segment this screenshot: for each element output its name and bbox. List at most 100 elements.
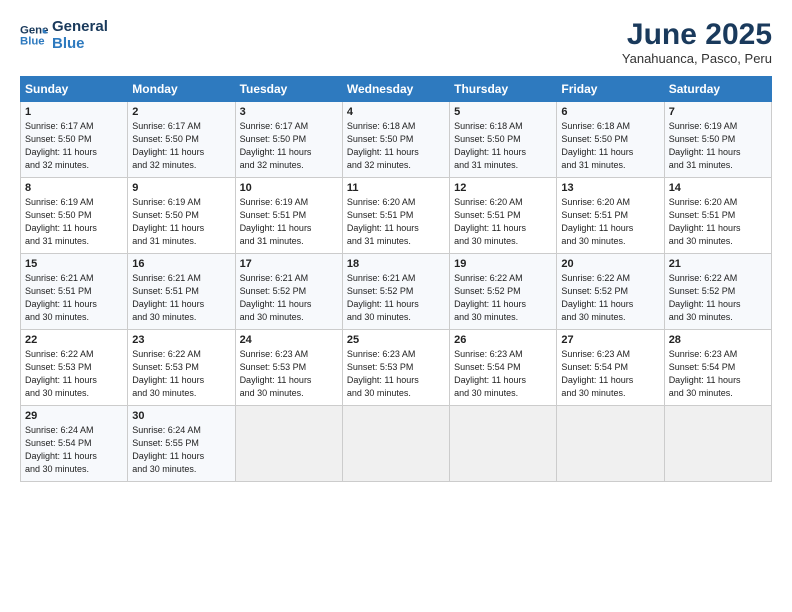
day-number: 6 [561,106,659,118]
day-info: Sunrise: 6:24 AM Sunset: 5:54 PM Dayligh… [25,424,123,476]
day-info: Sunrise: 6:17 AM Sunset: 5:50 PM Dayligh… [25,120,123,172]
week-row-4: 22 Sunrise: 6:22 AM Sunset: 5:53 PM Dayli… [21,330,772,406]
calendar-cell: 10 Sunrise: 6:19 AM Sunset: 5:51 PM Dayli… [235,178,342,254]
calendar-cell: 20 Sunrise: 6:22 AM Sunset: 5:52 PM Dayli… [557,254,664,330]
day-number: 29 [25,410,123,422]
col-monday: Monday [128,77,235,102]
day-number: 20 [561,258,659,270]
calendar-cell: 15 Sunrise: 6:21 AM Sunset: 5:51 PM Dayli… [21,254,128,330]
title-block: June 2025 Yanahuanca, Pasco, Peru [622,18,772,66]
day-info: Sunrise: 6:20 AM Sunset: 5:51 PM Dayligh… [669,196,767,248]
calendar-cell [342,406,449,482]
calendar-cell: 23 Sunrise: 6:22 AM Sunset: 5:53 PM Dayli… [128,330,235,406]
calendar-cell: 6 Sunrise: 6:18 AM Sunset: 5:50 PM Daylig… [557,102,664,178]
logo-icon: General Blue [20,21,48,49]
day-number: 23 [132,334,230,346]
calendar-cell: 7Sunrise: 6:19 AM Sunset: 5:50 PM Daylig… [664,102,771,178]
calendar-cell [450,406,557,482]
day-number: 25 [347,334,445,346]
day-info: Sunrise: 6:23 AM Sunset: 5:53 PM Dayligh… [240,348,338,400]
calendar-cell: 3Sunrise: 6:17 AM Sunset: 5:50 PM Daylig… [235,102,342,178]
day-number: 13 [561,182,659,194]
day-info: Sunrise: 6:23 AM Sunset: 5:54 PM Dayligh… [669,348,767,400]
calendar-cell: 30 Sunrise: 6:24 AM Sunset: 5:55 PM Dayli… [128,406,235,482]
calendar-cell: 11 Sunrise: 6:20 AM Sunset: 5:51 PM Dayli… [342,178,449,254]
week-row-5: 29 Sunrise: 6:24 AM Sunset: 5:54 PM Dayli… [21,406,772,482]
day-info: Sunrise: 6:23 AM Sunset: 5:54 PM Dayligh… [454,348,552,400]
calendar-cell [664,406,771,482]
svg-text:Blue: Blue [20,36,45,48]
day-info: Sunrise: 6:19 AM Sunset: 5:50 PM Dayligh… [132,196,230,248]
calendar-cell: 4 Sunrise: 6:18 AM Sunset: 5:50 PM Daylig… [342,102,449,178]
day-number: 10 [240,182,338,194]
day-number: 11 [347,182,445,194]
day-info: Sunrise: 6:17 AM Sunset: 5:50 PM Dayligh… [132,120,230,172]
col-tuesday: Tuesday [235,77,342,102]
day-number: 9 [132,182,230,194]
day-number: 28 [669,334,767,346]
day-number: 24 [240,334,338,346]
calendar-cell: 14 Sunrise: 6:20 AM Sunset: 5:51 PM Dayli… [664,178,771,254]
day-info: Sunrise: 6:20 AM Sunset: 5:51 PM Dayligh… [347,196,445,248]
calendar-cell: 19 Sunrise: 6:22 AM Sunset: 5:52 PM Dayli… [450,254,557,330]
calendar-cell [235,406,342,482]
day-number: 16 [132,258,230,270]
calendar-cell: 5 Sunrise: 6:18 AM Sunset: 5:50 PM Daylig… [450,102,557,178]
day-number: 3 [240,106,338,118]
day-number: 15 [25,258,123,270]
calendar-cell: 24 Sunrise: 6:23 AM Sunset: 5:53 PM Dayli… [235,330,342,406]
day-number: 30 [132,410,230,422]
day-number: 4 [347,106,445,118]
header: General Blue General Blue June 2025 Yana… [20,18,772,66]
day-info: Sunrise: 6:21 AM Sunset: 5:51 PM Dayligh… [25,272,123,324]
day-number: 19 [454,258,552,270]
day-number: 14 [669,182,767,194]
day-info: Sunrise: 6:24 AM Sunset: 5:55 PM Dayligh… [132,424,230,476]
day-info: Sunrise: 6:19 AM Sunset: 5:51 PM Dayligh… [240,196,338,248]
calendar-cell: 29 Sunrise: 6:24 AM Sunset: 5:54 PM Dayli… [21,406,128,482]
day-info: Sunrise: 6:20 AM Sunset: 5:51 PM Dayligh… [454,196,552,248]
day-number: 27 [561,334,659,346]
week-row-3: 15 Sunrise: 6:21 AM Sunset: 5:51 PM Dayli… [21,254,772,330]
day-number: 18 [347,258,445,270]
col-thursday: Thursday [450,77,557,102]
calendar-cell: 22 Sunrise: 6:22 AM Sunset: 5:53 PM Dayli… [21,330,128,406]
day-info: Sunrise: 6:18 AM Sunset: 5:50 PM Dayligh… [454,120,552,172]
day-info: Sunrise: 6:18 AM Sunset: 5:50 PM Dayligh… [561,120,659,172]
day-info: Sunrise: 6:22 AM Sunset: 5:53 PM Dayligh… [132,348,230,400]
calendar-cell: 21 Sunrise: 6:22 AM Sunset: 5:52 PM Dayli… [664,254,771,330]
month-title: June 2025 [622,18,772,51]
col-friday: Friday [557,77,664,102]
day-number: 17 [240,258,338,270]
calendar-cell: 9 Sunrise: 6:19 AM Sunset: 5:50 PM Daylig… [128,178,235,254]
day-number: 2 [132,106,230,118]
calendar-cell: 2 Sunrise: 6:17 AM Sunset: 5:50 PM Daylig… [128,102,235,178]
day-info: Sunrise: 6:23 AM Sunset: 5:54 PM Dayligh… [561,348,659,400]
day-number: 5 [454,106,552,118]
calendar-header: Sunday Monday Tuesday Wednesday Thursday… [21,77,772,102]
calendar-page: General Blue General Blue June 2025 Yana… [0,0,792,612]
day-number: 22 [25,334,123,346]
day-info: Sunrise: 6:22 AM Sunset: 5:52 PM Dayligh… [669,272,767,324]
day-number: 26 [454,334,552,346]
calendar-cell [557,406,664,482]
week-row-1: 1Sunrise: 6:17 AM Sunset: 5:50 PM Daylig… [21,102,772,178]
col-saturday: Saturday [664,77,771,102]
calendar-cell: 25 Sunrise: 6:23 AM Sunset: 5:53 PM Dayli… [342,330,449,406]
day-number: 21 [669,258,767,270]
day-info: Sunrise: 6:22 AM Sunset: 5:52 PM Dayligh… [561,272,659,324]
day-info: Sunrise: 6:21 AM Sunset: 5:52 PM Dayligh… [240,272,338,324]
calendar-body: 1Sunrise: 6:17 AM Sunset: 5:50 PM Daylig… [21,102,772,482]
day-info: Sunrise: 6:18 AM Sunset: 5:50 PM Dayligh… [347,120,445,172]
day-info: Sunrise: 6:23 AM Sunset: 5:53 PM Dayligh… [347,348,445,400]
day-info: Sunrise: 6:19 AM Sunset: 5:50 PM Dayligh… [669,120,767,172]
col-wednesday: Wednesday [342,77,449,102]
day-info: Sunrise: 6:20 AM Sunset: 5:51 PM Dayligh… [561,196,659,248]
calendar-cell: 27 Sunrise: 6:23 AM Sunset: 5:54 PM Dayli… [557,330,664,406]
logo: General Blue General Blue [20,18,108,53]
calendar-cell: 13 Sunrise: 6:20 AM Sunset: 5:51 PM Dayli… [557,178,664,254]
calendar-cell: 16Sunrise: 6:21 AM Sunset: 5:51 PM Dayli… [128,254,235,330]
day-info: Sunrise: 6:21 AM Sunset: 5:52 PM Dayligh… [347,272,445,324]
day-info: Sunrise: 6:22 AM Sunset: 5:52 PM Dayligh… [454,272,552,324]
day-info: Sunrise: 6:22 AM Sunset: 5:53 PM Dayligh… [25,348,123,400]
